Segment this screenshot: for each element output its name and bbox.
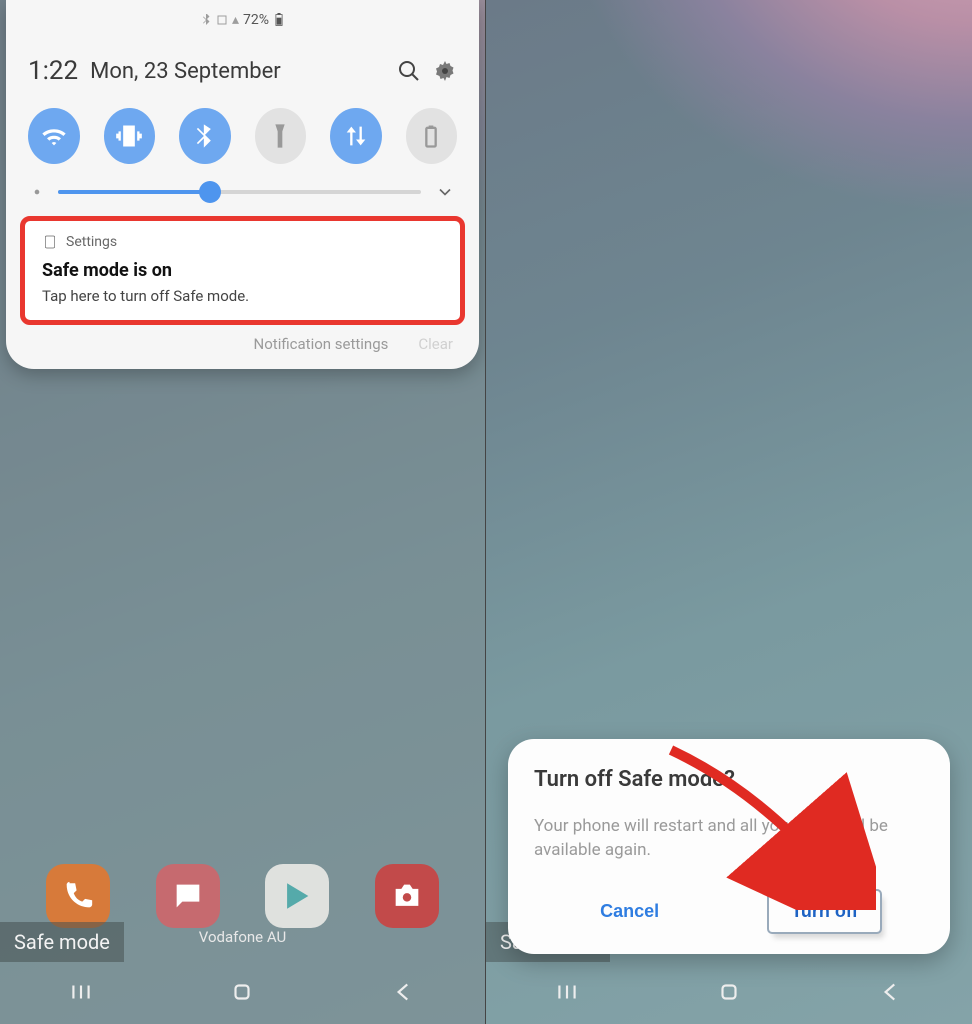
brightness-track[interactable] xyxy=(58,190,421,194)
clear-notifications[interactable]: Clear xyxy=(418,335,453,353)
home-button[interactable] xyxy=(716,979,742,1009)
settings-small-icon xyxy=(42,234,58,250)
notification-title: Safe mode is on xyxy=(42,260,443,281)
nfc-status-icon xyxy=(216,14,228,26)
wifi-tile[interactable] xyxy=(28,108,80,164)
gear-icon[interactable] xyxy=(433,59,457,83)
safe-mode-notification[interactable]: Settings Safe mode is on Tap here to tur… xyxy=(24,220,461,321)
notification-source: Settings xyxy=(66,234,117,250)
qs-tile-row xyxy=(24,108,461,182)
flashlight-tile[interactable] xyxy=(255,108,307,164)
search-icon[interactable] xyxy=(397,59,421,83)
dialog-body: Your phone will restart and all your app… xyxy=(534,814,924,863)
dialog-actions: Cancel Turn off xyxy=(534,891,924,932)
phone-app[interactable] xyxy=(46,864,110,928)
back-button[interactable] xyxy=(878,979,904,1009)
turn-off-safe-mode-dialog: Turn off Safe mode? Your phone will rest… xyxy=(508,739,950,954)
qs-header: 1:22 Mon, 23 September xyxy=(24,40,461,108)
nav-bar-right xyxy=(486,964,972,1024)
left-screen: Vodafone AU ▴ 72% 1:22 Mon, 23 September xyxy=(0,0,486,1024)
qs-date: Mon, 23 September xyxy=(90,59,281,84)
brightness-slider[interactable] xyxy=(24,182,461,214)
right-screen: Safe mode Turn off Safe mode? Your phone… xyxy=(486,0,972,1024)
dialog-title: Turn off Safe mode? xyxy=(534,767,924,792)
notification-footer: Notification settings Clear xyxy=(24,321,461,357)
safe-mode-badge: Safe mode xyxy=(0,922,124,962)
messages-app[interactable] xyxy=(156,864,220,928)
carrier-label: Vodafone AU xyxy=(199,928,287,946)
cancel-button[interactable]: Cancel xyxy=(578,891,681,932)
quick-settings-panel: ▴ 72% 1:22 Mon, 23 September xyxy=(6,0,479,369)
nav-bar xyxy=(0,964,485,1024)
home-button[interactable] xyxy=(229,979,255,1009)
notification-subtitle: Tap here to turn off Safe mode. xyxy=(42,287,443,305)
bluetooth-tile[interactable] xyxy=(179,108,231,164)
play-store-app[interactable] xyxy=(265,864,329,928)
signal-status-icon: ▴ xyxy=(232,12,239,28)
status-bar: ▴ 72% xyxy=(6,0,479,40)
battery-icon xyxy=(273,13,285,27)
notification-settings-link[interactable]: Notification settings xyxy=(254,335,389,353)
recents-button[interactable] xyxy=(554,979,580,1009)
qs-time: 1:22 xyxy=(28,56,78,86)
battery-status: 72% xyxy=(243,12,285,28)
sun-icon xyxy=(30,185,44,199)
mobile-data-tile[interactable] xyxy=(330,108,382,164)
camera-app[interactable] xyxy=(375,864,439,928)
home-app-row xyxy=(0,864,485,928)
battery-percent: 72% xyxy=(243,12,269,28)
chevron-down-icon[interactable] xyxy=(435,182,455,202)
recents-button[interactable] xyxy=(68,979,94,1009)
bluetooth-status-icon xyxy=(200,14,212,26)
battery-tile[interactable] xyxy=(406,108,458,164)
back-button[interactable] xyxy=(391,979,417,1009)
turn-off-button[interactable]: Turn off xyxy=(769,891,880,932)
vibrate-tile[interactable] xyxy=(104,108,156,164)
